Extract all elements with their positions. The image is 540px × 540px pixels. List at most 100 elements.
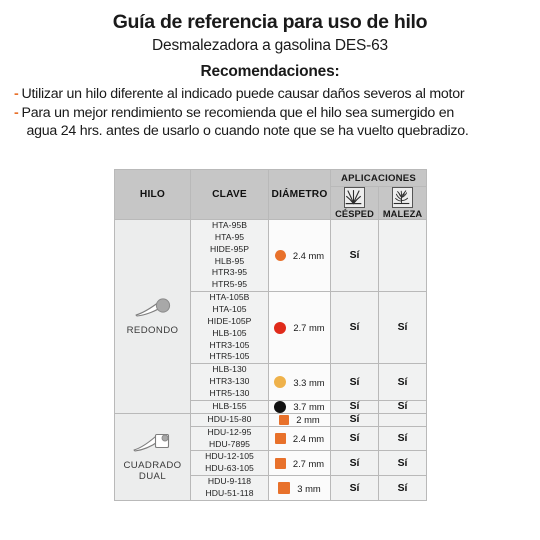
clave-cell: HDU-12-95 HDU-7895: [190, 425, 269, 452]
clave-cell: HTA-95B HTA-95 HIDE-95P HLB-95 HTR3-95 H…: [190, 218, 269, 293]
cesped-cell: Sí: [330, 425, 379, 452]
clave-code: HTA-95: [214, 231, 245, 242]
cesped-cell: Sí: [330, 363, 379, 401]
recommendation-item: - Para un mejor rendimiento se recomiend…: [14, 105, 528, 141]
clave-code: HDU-7895: [209, 438, 250, 449]
clave-code: HTR5-105: [209, 351, 250, 362]
column-header-cesped-label: CÉSPED: [335, 209, 374, 219]
maleza-cell: Sí: [378, 291, 427, 365]
maleza-cell: Sí: [378, 475, 427, 501]
diameter-label: 2.7 mm: [293, 322, 325, 334]
clave-code: HIDE-105P: [207, 315, 252, 326]
diameter-label: 2.4 mm: [292, 433, 325, 445]
reference-guide-page: Guía de referencia para uso de hilo Desm…: [0, 0, 540, 540]
column-header-hilo: HILO: [114, 169, 191, 220]
line-reference-table: HILO CLAVE DIÁMETRO APLICACIONES CÉSPED …: [114, 169, 427, 501]
cesped-cell: Sí: [330, 412, 379, 427]
weeds-icon: [392, 187, 413, 208]
clave-code: HDU-63-105: [205, 463, 254, 474]
diameter-label: 2 mm: [296, 414, 320, 426]
diameter-label: 2.4 mm: [292, 250, 325, 262]
diameter-label: 2.7 mm: [292, 457, 325, 469]
clave-cell: HDU-9-118 HDU-51-118: [190, 475, 269, 501]
clave-cell: HLB-130 HTR3-130 HTR5-130: [190, 363, 269, 401]
clave-code: HTR3-95: [211, 267, 248, 278]
clave-code: HLB-105: [212, 327, 247, 338]
clave-code: HDU-12-105: [205, 451, 254, 462]
dual-square-line-icon: [115, 432, 190, 457]
diameter-cell: 2.4 mm: [268, 425, 331, 452]
round-line-icon: [115, 297, 190, 322]
clave-code: HDU-12-95: [207, 426, 252, 437]
diameter-cell: 2.4 mm: [268, 218, 331, 293]
maleza-cell: Sí: [378, 425, 427, 452]
maleza-cell: Sí: [378, 363, 427, 401]
diameter-swatch-circle: [274, 321, 287, 334]
cesped-cell: Sí: [330, 450, 379, 477]
page-header: Guía de referencia para uso de hilo Desm…: [0, 0, 540, 81]
maleza-cell: Sí: [378, 450, 427, 477]
clave-code: HLB-95: [214, 255, 245, 266]
bullet-dash-icon: -: [14, 86, 19, 103]
group-cell-cuadrado-dual: CUADRADO DUAL: [114, 412, 191, 501]
diameter-swatch-square: [274, 457, 286, 469]
clave-cell: HTA-105B HTA-105 HIDE-105P HLB-105 HTR3-…: [190, 291, 269, 365]
diameter-cell: 3.7 mm: [268, 399, 331, 414]
cesped-cell: Sí: [330, 399, 379, 414]
column-header-cesped: CÉSPED: [330, 186, 379, 220]
clave-code: HLB-130: [212, 364, 247, 375]
cesped-cell: Sí: [330, 475, 379, 501]
diameter-swatch-square: [279, 414, 290, 425]
clave-code: HTA-105: [212, 304, 247, 315]
table-head: HILO CLAVE DIÁMETRO APLICACIONES CÉSPED …: [114, 169, 427, 220]
column-header-diametro: DIÁMETRO: [268, 169, 331, 220]
diameter-cell: 2 mm: [268, 412, 331, 427]
maleza-cell: Sí: [378, 399, 427, 414]
recommendations-list: - Utilizar un hilo diferente al indicado…: [0, 86, 540, 141]
group-label: REDONDO: [126, 324, 179, 336]
diameter-cell: 3 mm: [268, 475, 331, 501]
table-header-row-1: HILO CLAVE DIÁMETRO APLICACIONES: [114, 169, 427, 220]
diameter-swatch-square: [278, 482, 291, 495]
clave-code: HTA-95B: [211, 220, 248, 230]
diameter-label: 3 mm: [297, 482, 321, 494]
page-title: Guía de referencia para uso de hilo: [112, 11, 428, 33]
maleza-cell: [378, 218, 427, 293]
group-label: CUADRADO DUAL: [123, 459, 182, 482]
clave-cell: HLB-155: [190, 399, 269, 414]
clave-code: HIDE-95P: [209, 243, 250, 254]
clave-code: HDU-51-118: [205, 488, 254, 499]
diameter-cell: 2.7 mm: [268, 291, 331, 365]
column-header-clave: CLAVE: [190, 169, 269, 220]
clave-code: HTR5-95: [211, 279, 248, 290]
table-row: REDONDO HTA-95B HTA-95 HIDE-95P HLB-95 H…: [114, 218, 427, 414]
recommendation-line: Utilizar un hilo diferente al indicado p…: [21, 86, 465, 103]
bullet-dash-icon: -: [14, 105, 19, 122]
maleza-cell: [378, 412, 427, 427]
recommendations-heading: Recomendaciones:: [200, 63, 340, 81]
recommendation-item: - Utilizar un hilo diferente al indicado…: [14, 86, 528, 104]
page-subtitle: Desmalezadora a gasolina DES-63: [152, 36, 388, 54]
diameter-label: 3.7 mm: [293, 401, 325, 413]
clave-cell: HDU-12-105 HDU-63-105: [190, 450, 269, 477]
cesped-cell: Sí: [330, 291, 379, 365]
clave-code: HDU-15-80: [207, 413, 252, 424]
clave-code: HTR3-105: [209, 339, 250, 350]
clave-code: HTR5-130: [209, 388, 250, 399]
clave-cell: HDU-15-80: [190, 412, 269, 427]
column-header-maleza-label: MALEZA: [382, 209, 423, 219]
recommendation-line: Para un mejor rendimiento se recomienda …: [21, 105, 455, 122]
diameter-cell: 3.3 mm: [268, 363, 331, 401]
grass-icon: [344, 187, 365, 208]
cesped-cell: Sí: [330, 218, 379, 293]
recommendation-line: agua 24 hrs. antes de usarlo o cuando no…: [26, 123, 469, 140]
column-header-aplicaciones: APLICACIONES: [330, 169, 427, 187]
diameter-cell: 2.7 mm: [268, 450, 331, 477]
table-body: REDONDO HTA-95B HTA-95 HIDE-95P HLB-95 H…: [114, 218, 427, 501]
clave-code: HTA-105B: [209, 292, 250, 303]
column-header-maleza: MALEZA: [378, 186, 427, 220]
clave-code: HTR3-130: [209, 376, 250, 387]
recommendation-text: Para un mejor rendimiento se recomienda …: [21, 105, 528, 141]
diameter-swatch-square: [274, 433, 286, 445]
table-row: CUADRADO DUAL HDU-15-80 2 mm Sí: [114, 412, 427, 501]
